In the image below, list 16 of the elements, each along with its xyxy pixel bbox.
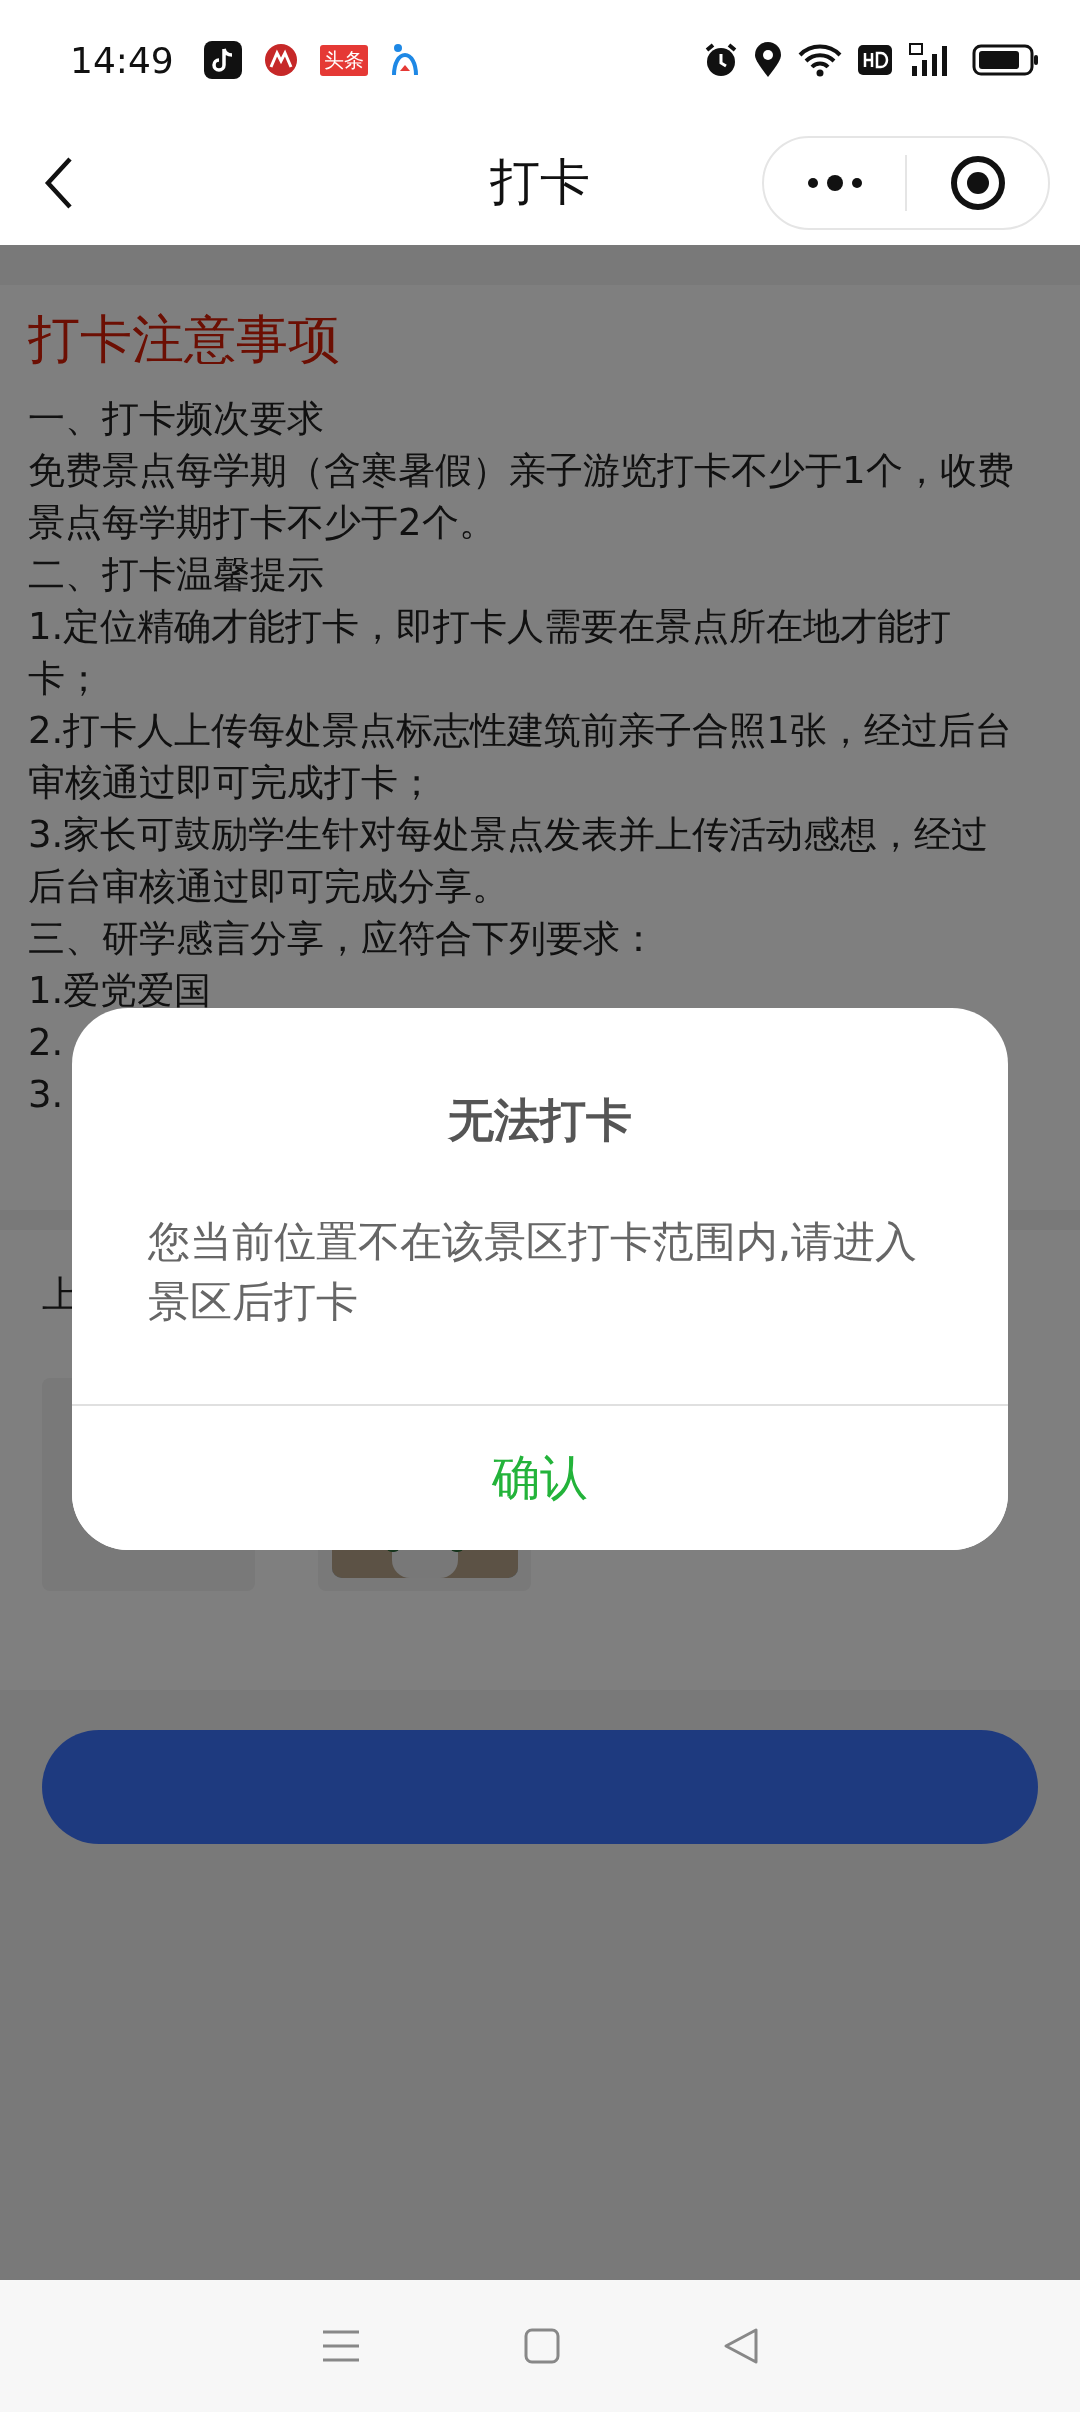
notice-text: 3.家长可鼓励学生针对每处景点发表并上传活动感想，经过后台审核通过即可完成分享。 bbox=[28, 813, 989, 908]
notice-text: 1.定位精确才能打卡，即打卡人需要在景点所在地才能打卡； bbox=[28, 605, 952, 700]
status-time: 14:49 bbox=[70, 39, 174, 81]
notice-text: 一、打卡频次要求 bbox=[28, 397, 324, 440]
dialog-title: 无法打卡 bbox=[448, 1092, 632, 1149]
notice-text: 2.打卡人上传每处景点标志性建筑前亲子合照1张，经过后台审核通过即可完成打卡； bbox=[28, 709, 1012, 804]
notice-text: 1.爱党爱国 bbox=[28, 969, 212, 1012]
notice-text: 免费景点每学期（含寒暑假）亲子游览打卡不少于1个，收费景点每学期打卡不少于2个。 bbox=[28, 449, 1014, 544]
app-badge: 头条 bbox=[319, 44, 368, 76]
notice-text: 2. bbox=[28, 1021, 64, 1064]
dialog-message: 您当前位置不在该景区打卡范围内,请进入景区后打卡 bbox=[148, 1217, 918, 1326]
notice-title: 打卡注意事项 bbox=[28, 308, 340, 371]
page-title: 打卡 bbox=[490, 152, 590, 213]
notice-text: 三、研学感言分享，应符合下列要求： bbox=[28, 917, 657, 960]
notice-text: 3. bbox=[28, 1073, 64, 1116]
notice-text: 二、打卡温馨提示 bbox=[28, 553, 324, 596]
